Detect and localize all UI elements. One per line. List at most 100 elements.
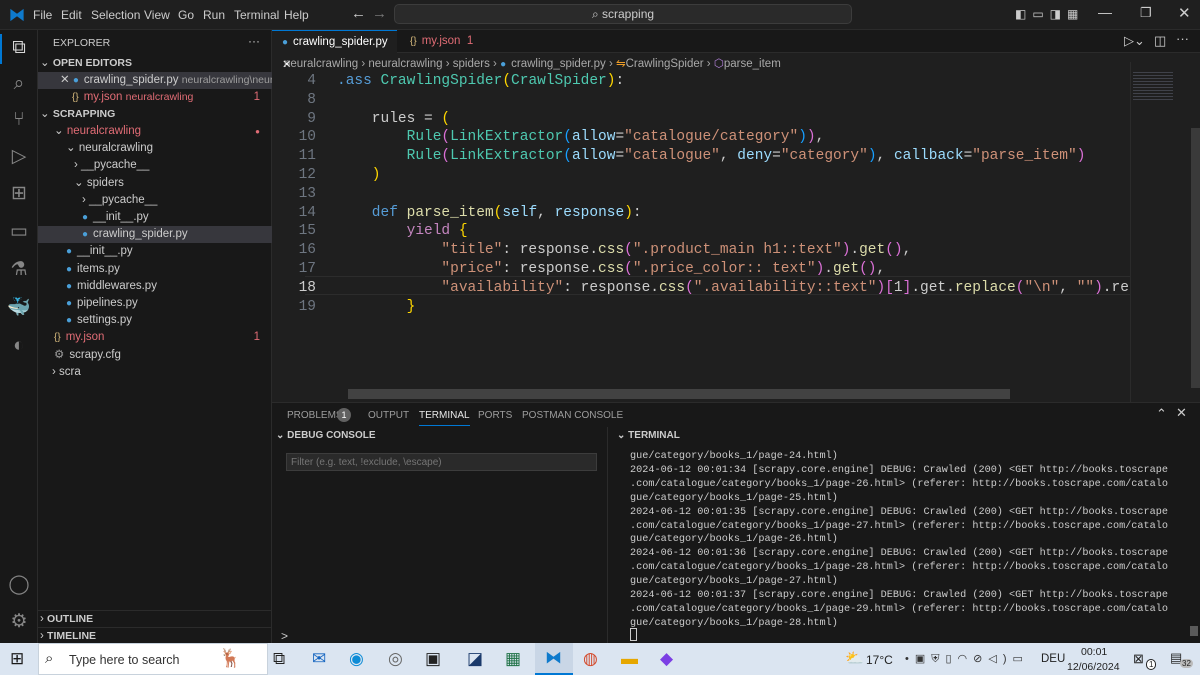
open-editor-item[interactable]: ✕ ● crawling_spider.py neuralcrawling\neu… <box>38 72 272 89</box>
menu-go[interactable]: Go <box>178 8 194 22</box>
tab-crawling-spider[interactable]: ● crawling_spider.py ✕ <box>272 30 397 71</box>
outline-section[interactable]: › OUTLINE <box>38 610 272 627</box>
terminal-scrollbar[interactable] <box>1190 626 1198 636</box>
timeline-section[interactable]: › TIMELINE <box>38 627 272 644</box>
menu-help[interactable]: Help <box>284 8 309 22</box>
open-editors-header[interactable]: ⌄ OPEN EDITORS <box>38 55 272 72</box>
clock-date[interactable]: 12/06/2024 <box>1067 661 1120 673</box>
open-editor-item[interactable]: {} my.json neuralcrawling 1 <box>38 89 272 106</box>
breadcrumb-item[interactable]: crawling_spider.py <box>511 58 606 70</box>
tree-item[interactable]: ● __init__.py <box>38 243 272 260</box>
testing-icon[interactable]: ⚗ <box>7 258 31 282</box>
maximize-button[interactable]: ❐ <box>1140 5 1152 21</box>
breadcrumb-item[interactable]: neuralcrawling <box>284 58 358 70</box>
vertical-scrollbar[interactable] <box>1191 128 1200 388</box>
debug-prompt[interactable]: > <box>281 629 288 643</box>
app-icon[interactable]: ◪ <box>467 649 483 669</box>
excel-icon[interactable]: ▦ <box>505 649 521 669</box>
tab-output[interactable]: OUTPUT <box>368 410 409 421</box>
weather-temp[interactable]: 17°C <box>866 653 893 667</box>
extensions-icon[interactable]: ⊞ <box>7 182 31 206</box>
breadcrumb-item[interactable]: CrawlingSpider <box>626 58 704 70</box>
tree-item[interactable]: ⌄ neuralcrawling ● <box>38 123 272 140</box>
windows-start-icon[interactable]: ⊞ <box>10 649 24 669</box>
maximize-panel-icon[interactable]: ⌃ <box>1156 406 1167 422</box>
tree-item[interactable]: ● settings.py <box>38 312 272 329</box>
more-actions-icon[interactable]: ··· <box>1176 31 1189 46</box>
tree-item[interactable]: {} my.json 1 <box>38 329 272 346</box>
debug-console-header[interactable]: ⌄ DEBUG CONSOLE <box>276 430 376 441</box>
layout-toggle-icons[interactable]: ◧▭◨▦ <box>1015 7 1084 21</box>
back-arrow-icon[interactable]: ← <box>351 5 366 22</box>
tree-item[interactable]: ● items.py <box>38 261 272 278</box>
minimize-button[interactable]: — <box>1098 4 1112 20</box>
postman-icon[interactable]: ◐ <box>7 334 31 358</box>
vscode-taskbar-button[interactable]: ⧓ <box>535 643 573 675</box>
menu-selection[interactable]: Selection <box>91 8 140 22</box>
chrome-icon[interactable]: ◍ <box>583 649 598 669</box>
settings-gear-icon[interactable]: ⚙ <box>7 610 31 634</box>
tree-item[interactable]: ● __init__.py <box>38 209 272 226</box>
tab-postman-console[interactable]: POSTMAN CONSOLE <box>522 410 623 421</box>
explorer-icon[interactable]: ⧉ <box>7 36 31 60</box>
code-token: ( <box>502 73 512 89</box>
pycharm-icon[interactable]: ▣ <box>425 649 441 669</box>
code-token: allow <box>571 129 616 146</box>
more-actions-button[interactable]: ··· <box>248 34 260 48</box>
terminal-header[interactable]: ⌄ TERMINAL <box>617 430 680 441</box>
tree-item[interactable]: ● crawling_spider.py <box>38 226 272 244</box>
run-python-file-icon[interactable]: ▷⌄ <box>1124 33 1145 49</box>
clock-time[interactable]: 00:01 <box>1081 646 1107 658</box>
tab-terminal[interactable]: TERMINAL <box>419 410 470 426</box>
app-icon[interactable]: ◆ <box>660 649 673 669</box>
input-language[interactable]: DEU <box>1041 653 1065 665</box>
menu-edit[interactable]: Edit <box>61 8 82 22</box>
workspace-header[interactable]: ⌄ SCRAPPING <box>38 106 272 123</box>
debug-filter-input[interactable] <box>286 453 597 471</box>
forward-arrow-icon[interactable]: → <box>372 5 387 22</box>
source-control-icon[interactable]: ⑂ <box>7 108 31 132</box>
account-icon[interactable]: ◯ <box>7 573 31 597</box>
tree-item[interactable]: › __pycache__ <box>38 192 272 209</box>
tree-item[interactable]: ⚙ scrapy.cfg <box>38 347 272 364</box>
run-debug-icon[interactable]: ▷ <box>7 145 31 169</box>
horizontal-scrollbar[interactable] <box>348 389 1010 399</box>
docker-icon[interactable]: 🐳 <box>7 296 31 320</box>
taskbar-search[interactable]: ⌕ Type here to search 🦌 <box>38 643 268 675</box>
tree-item[interactable]: ● pipelines.py <box>38 295 272 312</box>
minimap[interactable] <box>1130 62 1200 402</box>
tree-item[interactable]: ⌄ spiders <box>38 175 272 192</box>
menu-run[interactable]: Run <box>203 8 225 22</box>
weather-icon[interactable]: ⛅ <box>845 649 864 667</box>
app-icon[interactable]: ◎ <box>388 649 403 669</box>
code-editor[interactable]: 4 .ass CrawlingSpider(CrawlSpider): 8 9 rul… <box>272 72 1200 402</box>
task-view-icon[interactable]: ⧉ <box>273 649 285 669</box>
remote-desktop-icon[interactable]: ⊠ <box>1133 651 1144 667</box>
mail-icon[interactable]: ✉ <box>312 649 326 669</box>
remote-explorer-icon[interactable]: ▭ <box>7 220 31 244</box>
file-explorer-icon[interactable]: ▬ <box>621 649 638 669</box>
edge-icon[interactable]: ◉ <box>349 649 364 669</box>
tree-item[interactable]: ● middlewares.py <box>38 278 272 295</box>
menu-terminal[interactable]: Terminal <box>234 8 279 22</box>
tab-problems[interactable]: PROBLEMS <box>287 410 343 421</box>
terminal-output[interactable]: gue/category/books_1/page-24.html) 2024-0… <box>630 450 1186 631</box>
tree-item[interactable]: › __pycache__ <box>38 157 272 174</box>
menu-view[interactable]: View <box>144 8 170 22</box>
tree-item[interactable]: › scra <box>38 364 272 381</box>
menu-file[interactable]: File <box>33 8 52 22</box>
tab-my-json[interactable]: {} my.json 1 <box>400 30 483 53</box>
breadcrumb-item[interactable]: spiders <box>453 58 490 70</box>
tab-ports[interactable]: PORTS <box>478 410 512 421</box>
code-token: , <box>876 148 894 165</box>
tree-item[interactable]: ⌄ neuralcrawling <box>38 140 272 157</box>
system-tray-icons[interactable]: •▣⛨▯◠⊘◁)▭ <box>905 652 1029 666</box>
code-token: = <box>963 148 973 165</box>
close-button[interactable]: ✕ <box>1178 4 1191 22</box>
close-panel-icon[interactable]: ✕ <box>1176 405 1187 421</box>
split-editor-icon[interactable]: ◫ <box>1154 33 1166 49</box>
search-icon[interactable]: ⌕ <box>7 72 31 96</box>
breadcrumb-item[interactable]: neuralcrawling <box>368 58 442 70</box>
breadcrumb-item[interactable]: parse_item <box>724 58 781 70</box>
command-center-search[interactable]: ⌕ scrapping <box>394 4 852 24</box>
